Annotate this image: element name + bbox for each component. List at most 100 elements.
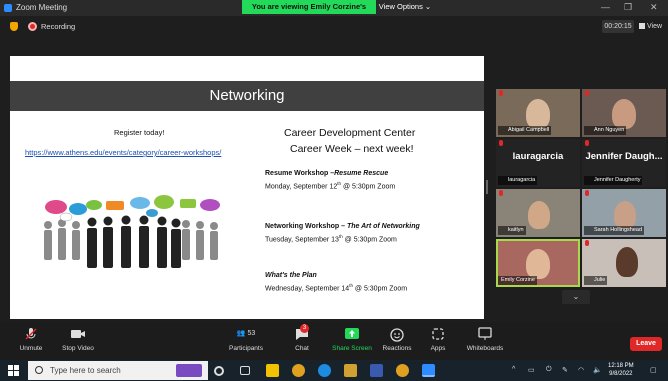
tray-display-icon[interactable]: ▭ (528, 366, 535, 374)
unmute-label: Unmute (19, 345, 43, 352)
participant-video (614, 201, 636, 229)
view-options-button[interactable]: View Options ⌄ (376, 0, 434, 14)
participant-video (526, 249, 550, 279)
reactions-button[interactable]: Reactions (382, 326, 412, 352)
whiteboards-button[interactable]: Whiteboards (464, 326, 506, 352)
cdc-heading: Career Development Center (284, 127, 416, 139)
participant-name: Abigail Campbell (498, 126, 552, 135)
event-resume: Resume Workshop –Resume Rescue Monday, S… (265, 169, 395, 192)
notifications-icon[interactable]: ▢ (650, 366, 657, 374)
tray-power-icon[interactable]: ⏻ (546, 366, 552, 374)
expand-gallery-button[interactable]: ⌄ (562, 290, 590, 304)
file-explorer-icon[interactable] (266, 364, 279, 377)
apps-label: Apps (430, 345, 446, 352)
mic-muted-icon (25, 328, 37, 340)
event-networking: Networking Workshop – The Art of Network… (265, 222, 420, 245)
muted-mic-icon (499, 190, 503, 196)
video-camera-icon (71, 330, 85, 338)
panel-splitter[interactable] (486, 180, 488, 194)
slide-title: Networking (209, 87, 285, 104)
participant-name: Jennifer Daugherty (584, 176, 643, 185)
participants-button[interactable]: 👥 53 Participants (226, 326, 266, 352)
chat-button[interactable]: 3 Chat (290, 324, 314, 352)
event-title-italic: What's the Plan (265, 272, 317, 279)
muted-mic-icon (585, 90, 589, 96)
grid-icon (639, 23, 645, 29)
tray-pen-icon[interactable]: ✎ (562, 366, 568, 374)
participant-display-name: Jennifer Daugh... (585, 151, 663, 162)
window-title: Zoom Meeting (16, 3, 68, 12)
windows-start-icon[interactable] (8, 365, 19, 376)
view-label: View (647, 23, 663, 30)
participants-label: Participants (229, 345, 263, 352)
recording-icon (28, 22, 37, 31)
participant-video (528, 201, 550, 229)
shared-screen: Networking Register today! https://www.a… (10, 56, 484, 319)
leave-button[interactable]: Leave (630, 337, 662, 351)
recording-label: Recording (41, 22, 76, 31)
chat-badge: 3 (300, 324, 309, 333)
participant-name: Julie (584, 276, 608, 285)
unmute-button[interactable]: Unmute (14, 326, 48, 352)
tray-wifi-icon[interactable]: ◠ (578, 366, 584, 374)
participants-count: 53 (247, 330, 256, 337)
security-shield-icon[interactable] (10, 22, 18, 31)
whiteboard-icon (478, 327, 492, 340)
participant-display-name: lauragarcia (512, 151, 564, 162)
stop-video-button[interactable]: Stop Video (58, 326, 98, 352)
view-button[interactable]: View (639, 20, 662, 33)
muted-mic-icon (585, 240, 589, 246)
zoom-taskbar-icon[interactable] (422, 364, 435, 377)
viewing-banner: You are viewing Emily Corzine's screen (242, 0, 376, 25)
share-screen-button[interactable]: Share Screen (330, 326, 374, 352)
event-time: @ 5:30pm Zoom (342, 236, 397, 244)
share-screen-label: Share Screen (332, 345, 372, 352)
event-date: Wednesday, September 14 (265, 285, 350, 293)
minimize-button[interactable]: — (601, 2, 610, 12)
muted-mic-icon (499, 140, 503, 146)
restore-button[interactable]: ❐ (624, 2, 632, 13)
chrome-profile-icon[interactable] (396, 364, 409, 377)
meeting-toolbar: Unmute Stop Video 👥 53 Participants 3 Ch… (0, 322, 668, 360)
participant-name: Emily Corzine (498, 276, 537, 285)
workshops-link[interactable]: https://www.athens.edu/events/category/c… (25, 148, 221, 157)
taskbar-clock[interactable]: 12:18 PM 9/8/2022 (608, 362, 634, 378)
event-time: @ 5:30pm Zoom (341, 183, 396, 191)
chat-icon: 3 (290, 324, 314, 342)
folder-icon[interactable] (344, 364, 357, 377)
meeting-timer: 00:20:15 (602, 20, 634, 33)
taskbar-widget-icon[interactable] (176, 364, 202, 377)
participant-name: Ann Nguyen (584, 126, 627, 135)
clock-time: 12:18 PM (608, 363, 634, 369)
apps-button[interactable]: Apps (426, 326, 450, 352)
search-icon (35, 366, 43, 374)
windows-taskbar: Type here to search ^ ▭ ⏻ ✎ ◠ 🔈 12:18 PM… (0, 360, 668, 381)
camera-app-icon[interactable] (370, 364, 383, 377)
search-placeholder: Type here to search (50, 366, 121, 375)
video-tile[interactable]: lauragarcia lauragarcia (496, 139, 580, 187)
video-tile[interactable]: Ann Nguyen (582, 89, 666, 137)
tray-volume-icon[interactable]: 🔈 (593, 366, 602, 374)
whiteboards-label: Whiteboards (466, 345, 504, 352)
video-tile-active-speaker[interactable]: Emily Corzine (496, 239, 580, 287)
career-week-heading: Career Week – next week! (290, 143, 414, 155)
event-title: Networking Workshop – (265, 223, 347, 230)
video-tile[interactable]: kaitlyn (496, 189, 580, 237)
edge-icon[interactable] (318, 364, 331, 377)
video-tile[interactable]: Sarah Hollingshead (582, 189, 666, 237)
participant-name: kaitlyn (498, 226, 526, 235)
zoom-logo-icon (4, 4, 12, 12)
chrome-icon[interactable] (292, 364, 305, 377)
video-tile[interactable]: Abigail Campbell (496, 89, 580, 137)
tray-chevron-icon[interactable]: ^ (512, 366, 515, 373)
participant-name: Sarah Hollingshead (584, 226, 645, 235)
video-tile[interactable]: Julie (582, 239, 666, 287)
meeting-info-bar: Recording (0, 16, 668, 38)
task-view-icon[interactable] (240, 366, 250, 375)
cortana-icon[interactable] (214, 366, 224, 376)
muted-mic-icon (499, 90, 503, 96)
share-screen-icon (345, 328, 359, 339)
close-button[interactable]: ✕ (650, 2, 658, 13)
video-tile[interactable]: Jennifer Daugh... Jennifer Daugherty (582, 139, 666, 187)
event-title-italic: Resume Rescue (334, 170, 389, 177)
